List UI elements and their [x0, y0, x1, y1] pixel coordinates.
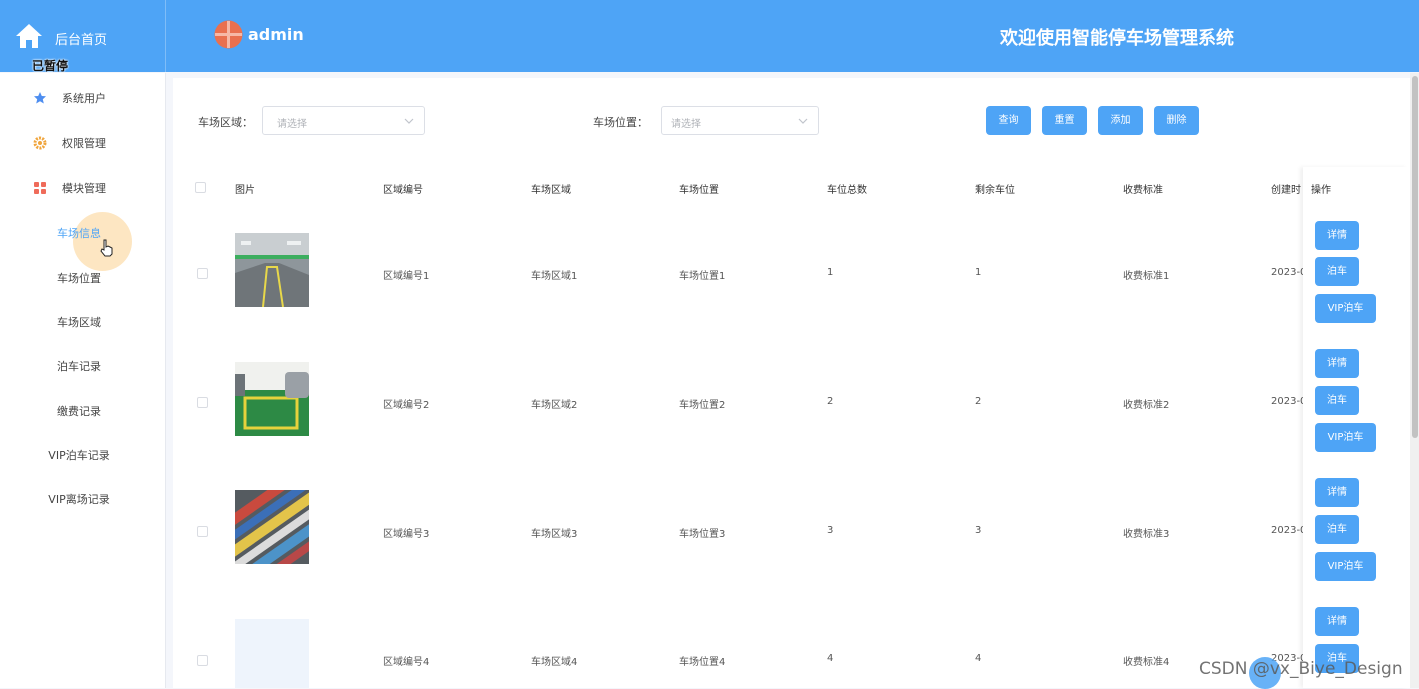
sidebar-item-label: 权限管理 — [62, 137, 106, 150]
sidebar-subitem-parking-area[interactable]: 车场区域 — [0, 311, 158, 335]
cell-fee: 收费标准3 — [1123, 529, 1170, 540]
sidebar-subitem-vip-exit-records[interactable]: VIP离场记录 — [0, 488, 158, 512]
location-select-placeholder: 请选择 — [671, 119, 701, 130]
row-checkbox[interactable] — [197, 268, 208, 279]
column-header-location: 车场位置 — [679, 185, 719, 196]
home-label: 后台首页 — [55, 33, 108, 48]
app-title: 欢迎使用智能停车场管理系统 — [1000, 28, 1234, 49]
sidebar-item-label: 系统用户 — [62, 92, 106, 105]
top-bar: 后台首页 admin 欢迎使用智能停车场管理系统 — [0, 0, 1419, 72]
cell-area: 车场区域1 — [531, 271, 578, 282]
vip-park-button[interactable]: VIP泊车 — [1315, 423, 1376, 452]
row-image[interactable] — [235, 362, 309, 436]
cell-zone-no: 区域编号1 — [383, 271, 430, 282]
cell-created: 2023-0 — [1271, 267, 1307, 278]
actions-column: 操作 详情 泊车 VIP泊车 详情 泊车 VIP泊车 详情 泊车 VIP泊车 详… — [1303, 167, 1408, 688]
grid-icon — [33, 181, 47, 195]
row-checkbox[interactable] — [197, 655, 208, 666]
location-filter-label: 车场位置： — [593, 116, 648, 129]
cell-remaining: 1 — [975, 267, 982, 278]
column-header-image: 图片 — [235, 185, 255, 196]
row-image[interactable] — [235, 233, 309, 307]
cell-fee: 收费标准4 — [1123, 657, 1170, 668]
chevron-down-icon — [404, 118, 414, 124]
cell-remaining: 4 — [975, 653, 982, 664]
reset-button[interactable]: 重置 — [1042, 106, 1087, 135]
cell-fee: 收费标准1 — [1123, 271, 1170, 282]
column-header-created: 创建时 — [1271, 185, 1301, 196]
cell-fee: 收费标准2 — [1123, 400, 1170, 411]
watermark: CSDN @vx_Biye_Design — [1199, 659, 1403, 679]
detail-button[interactable]: 详情 — [1315, 349, 1359, 378]
cell-total: 2 — [827, 396, 834, 407]
select-all-checkbox[interactable] — [195, 182, 206, 193]
cell-area: 车场区域4 — [531, 657, 578, 668]
cell-remaining: 3 — [975, 525, 982, 536]
row-image-placeholder[interactable] — [235, 619, 309, 688]
cell-total: 3 — [827, 525, 834, 536]
cell-zone-no: 区域编号2 — [383, 400, 430, 411]
area-filter-label: 车场区域： — [198, 116, 253, 129]
sidebar — [0, 73, 166, 688]
row-image[interactable] — [235, 490, 309, 564]
detail-button[interactable]: 详情 — [1315, 607, 1359, 636]
vip-park-button[interactable]: VIP泊车 — [1315, 552, 1376, 581]
cell-location: 车场位置4 — [679, 657, 726, 668]
cell-zone-no: 区域编号3 — [383, 529, 430, 540]
cell-remaining: 2 — [975, 396, 982, 407]
detail-button[interactable]: 详情 — [1315, 478, 1359, 507]
row-checkbox[interactable] — [197, 397, 208, 408]
paused-label: 已暂停 — [32, 59, 69, 73]
park-button[interactable]: 泊车 — [1315, 257, 1359, 286]
column-header-fee: 收费标准 — [1123, 185, 1163, 196]
column-header-actions: 操作 — [1311, 185, 1331, 196]
cell-total: 1 — [827, 267, 834, 278]
avatar[interactable] — [214, 20, 243, 49]
cell-area: 车场区域3 — [531, 529, 578, 540]
column-header-zone-no: 区域编号 — [383, 185, 423, 196]
chevron-down-icon — [798, 118, 808, 124]
cell-location: 车场位置2 — [679, 400, 726, 411]
column-header-remaining: 剩余车位 — [975, 185, 1015, 196]
column-header-area: 车场区域 — [531, 185, 571, 196]
sidebar-subitem-parking-info[interactable]: 车场信息 — [0, 222, 158, 246]
sidebar-subitem-payment-records[interactable]: 缴费记录 — [0, 400, 158, 424]
column-header-total: 车位总数 — [827, 185, 867, 196]
cell-created: 2023-0 — [1271, 525, 1307, 536]
sidebar-item-system-users[interactable]: 系统用户 — [0, 83, 165, 113]
area-select-placeholder: 请选择 — [277, 119, 307, 130]
cell-area: 车场区域2 — [531, 400, 578, 411]
hand-cursor-icon — [100, 239, 113, 257]
main-panel — [173, 78, 1410, 688]
park-button[interactable]: 泊车 — [1315, 386, 1359, 415]
home-link[interactable]: 后台首页 — [0, 0, 166, 72]
vip-park-button[interactable]: VIP泊车 — [1315, 294, 1376, 323]
home-icon — [16, 24, 42, 48]
sidebar-subitem-parking-records[interactable]: 泊车记录 — [0, 355, 158, 379]
add-button[interactable]: 添加 — [1098, 106, 1143, 135]
cell-created: 2023-0 — [1271, 396, 1307, 407]
sidebar-subitem-vip-parking-records[interactable]: VIP泊车记录 — [0, 444, 158, 468]
detail-button[interactable]: 详情 — [1315, 221, 1359, 250]
cell-location: 车场位置3 — [679, 529, 726, 540]
sidebar-subitem-parking-location[interactable]: 车场位置 — [0, 267, 158, 291]
sidebar-item-permissions[interactable]: 权限管理 — [0, 128, 165, 158]
cell-zone-no: 区域编号4 — [383, 657, 430, 668]
location-select[interactable]: 请选择 — [661, 106, 819, 135]
query-button[interactable]: 查询 — [986, 106, 1031, 135]
sidebar-item-label: 模块管理 — [62, 182, 106, 195]
sidebar-item-modules[interactable]: 模块管理 — [0, 173, 165, 203]
gear-icon — [33, 136, 47, 150]
delete-button[interactable]: 删除 — [1154, 106, 1199, 135]
area-select[interactable]: 请选择 — [262, 106, 425, 135]
star-icon — [33, 91, 47, 105]
park-button[interactable]: 泊车 — [1315, 515, 1359, 544]
row-checkbox[interactable] — [197, 526, 208, 537]
cell-location: 车场位置1 — [679, 271, 726, 282]
cell-total: 4 — [827, 653, 834, 664]
username: admin — [248, 25, 304, 44]
scrollbar-thumb[interactable] — [1412, 76, 1418, 438]
